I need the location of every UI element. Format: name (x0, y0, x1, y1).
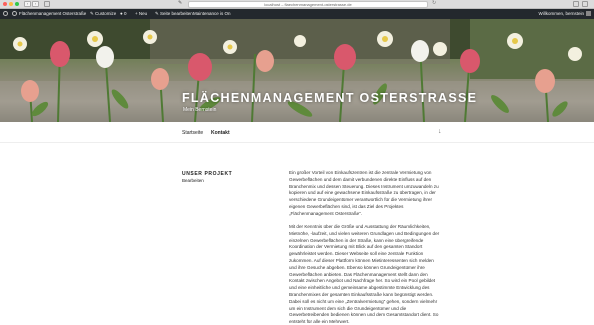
admin-bar: Flächenmanagement Osterstraße ✎ Customiz… (0, 9, 594, 19)
paragraph: Ein großer Vorteil von Einkaufszentren i… (289, 170, 439, 216)
site-title[interactable]: FLÄCHENMANAGEMENT OSTERSTRASSE (182, 91, 477, 105)
share-icon[interactable] (573, 1, 579, 7)
nav-item-startseite[interactable]: Startseite (182, 130, 203, 136)
forward-button[interactable]: › (32, 1, 39, 7)
minimize-window-button[interactable] (9, 2, 13, 6)
admin-site-name[interactable]: Flächenmanagement Osterstraße (12, 9, 86, 19)
admin-greeting[interactable]: Willkommen, bernstein (538, 9, 591, 19)
admin-maintenance[interactable]: Maintenance is On (193, 9, 231, 19)
site-description: Mein Bernstein (183, 107, 217, 113)
avatar (586, 11, 591, 17)
main-navigation: Startseite Kontakt ↓ (0, 122, 594, 143)
admin-comments[interactable]: ● 0 (120, 9, 126, 19)
back-button[interactable]: ‹ (24, 1, 31, 7)
tulip-garden-photo (0, 19, 594, 122)
nav-item-kontakt[interactable]: Kontakt (211, 130, 230, 136)
close-window-button[interactable] (3, 2, 7, 6)
paragraph: Mit der Kenntnis über die Größe und Auss… (289, 224, 440, 325)
maximize-window-button[interactable] (15, 2, 19, 6)
address-bar[interactable]: localhost – flaechenmanagement-osterstra… (188, 1, 428, 8)
admin-edit-page[interactable]: ✎ Seite bearbeiten (155, 9, 193, 19)
admin-customize[interactable]: ✎ Customize (90, 9, 116, 19)
reload-icon[interactable]: ↻ (432, 1, 438, 7)
header-image: FLÄCHENMANAGEMENT OSTERSTRASSE Mein Bern… (0, 19, 594, 122)
page-content: UNSER PROJEKT Bearbeiten Ein großer Vort… (0, 143, 594, 325)
home-icon (12, 11, 17, 17)
wrench-icon[interactable]: ✎ (178, 1, 184, 7)
tabs-icon[interactable] (582, 1, 588, 7)
wordpress-logo-icon[interactable] (3, 9, 10, 19)
admin-new[interactable]: + Neu (135, 9, 147, 19)
section-title: UNSER PROJEKT (182, 171, 233, 177)
browser-toolbar: ‹ › ✎ localhost – flaechenmanagement-ost… (0, 0, 594, 9)
arrow-down-icon[interactable]: ↓ (438, 128, 442, 135)
edit-link[interactable]: Bearbeiten (182, 178, 204, 183)
sidebar-toggle-icon[interactable] (44, 1, 50, 7)
